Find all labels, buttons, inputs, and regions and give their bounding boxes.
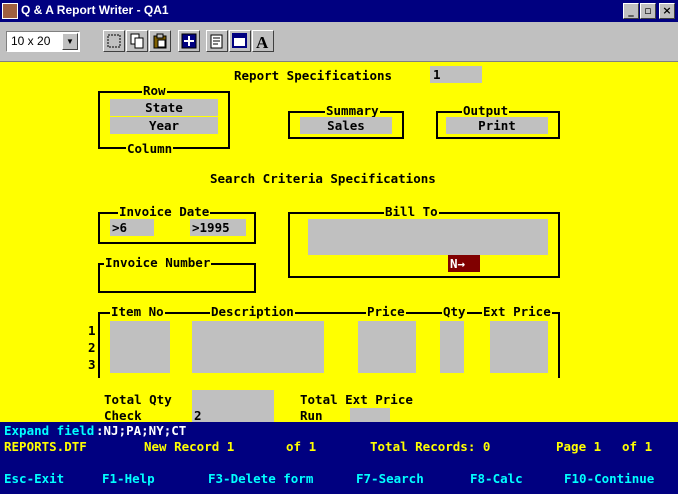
key-f7-search[interactable]: F7-Search	[356, 472, 424, 486]
output-label: Output	[462, 103, 510, 118]
window-title: Q & A Report Writer - QA1	[21, 3, 169, 17]
key-f1-help[interactable]: F1-Help	[102, 472, 155, 486]
row-number: 1	[88, 323, 96, 338]
qty-field[interactable]	[440, 321, 464, 373]
price-field[interactable]	[358, 321, 416, 373]
search-heading: Search Criteria Specifications	[210, 171, 436, 186]
app-window: Q & A Report Writer - QA1 _ ▫ × 10 x 20 …	[0, 0, 678, 494]
row-label: Row	[142, 83, 167, 98]
expand-field-label: Expand field	[4, 423, 95, 438]
row-number: 3	[88, 357, 96, 372]
text-cursor[interactable]: N→	[448, 255, 480, 272]
chevron-down-icon[interactable]: ▼	[62, 33, 78, 50]
close-icon[interactable]: ×	[659, 3, 675, 19]
restore-icon[interactable]: ▫	[640, 3, 656, 19]
description-field[interactable]	[192, 321, 324, 373]
status-file: REPORTS.DTF	[4, 439, 87, 454]
copy-icon[interactable]	[126, 30, 148, 52]
report-number-field[interactable]: 1	[430, 66, 482, 83]
background-icon[interactable]	[229, 30, 251, 52]
status-record-of: of 1	[286, 439, 317, 454]
col-qty: Qty	[442, 304, 467, 319]
row-field-year[interactable]: Year	[110, 117, 218, 134]
invoice-number-label: Invoice Number	[104, 255, 212, 270]
toolbar: 10 x 20 ▼ A	[0, 24, 678, 62]
report-form: Report Specifications 1 Row Column State…	[0, 62, 678, 423]
properties-icon[interactable]	[206, 30, 228, 52]
row-number: 2	[88, 340, 96, 355]
status-area: Expand field :NJ;PA;NY;CT REPORTS.DTF Ne…	[0, 422, 678, 494]
check-label: Check	[104, 408, 142, 423]
invoice-date-month[interactable]: >6	[110, 219, 154, 236]
row-field-state[interactable]: State	[110, 99, 218, 116]
report-heading: Report Specifications	[234, 68, 393, 83]
app-icon[interactable]	[2, 3, 18, 19]
ext-price-field[interactable]	[490, 321, 548, 373]
bill-to-field[interactable]	[308, 219, 548, 255]
minimize-icon[interactable]: _	[623, 3, 639, 19]
run-field[interactable]	[350, 408, 390, 422]
total-ext-label: Total Ext Price	[300, 392, 413, 407]
total-qty-field[interactable]	[192, 390, 274, 422]
paste-icon[interactable]	[149, 30, 171, 52]
summary-label: Summary	[325, 103, 380, 118]
expand-field-value: :NJ;PA;NY;CT	[96, 423, 187, 438]
invoice-date-label: Invoice Date	[118, 204, 211, 219]
status-record: New Record 1	[144, 439, 235, 454]
dos-screen: Report Specifications 1 Row Column State…	[0, 62, 678, 494]
title-bar[interactable]: Q & A Report Writer - QA1 _ ▫ ×	[0, 0, 678, 22]
col-description: Description	[210, 304, 295, 319]
column-label: Column	[126, 141, 174, 156]
key-esc-exit[interactable]: Esc-Exit	[4, 472, 64, 486]
status-page: Page 1	[556, 439, 602, 454]
col-price: Price	[366, 304, 406, 319]
check-value: 2	[194, 408, 202, 423]
font-size-select[interactable]: 10 x 20 ▼	[6, 31, 80, 52]
total-qty-label: Total Qty	[104, 392, 172, 407]
fullscreen-icon[interactable]	[178, 30, 200, 52]
invoice-date-year[interactable]: >1995	[190, 219, 246, 236]
output-field[interactable]: Print	[446, 117, 548, 134]
svg-text:A: A	[256, 33, 269, 49]
font-icon[interactable]: A	[252, 30, 274, 52]
key-f10-continue[interactable]: F10-Continue	[564, 472, 654, 486]
status-page-of: of 1	[622, 439, 653, 454]
summary-field[interactable]: Sales	[300, 117, 392, 134]
item-no-field[interactable]	[110, 321, 170, 373]
mark-icon[interactable]	[103, 30, 125, 52]
font-size-value: 10 x 20	[11, 34, 51, 48]
col-item-no: Item No	[110, 304, 165, 319]
key-f8-calc[interactable]: F8-Calc	[470, 472, 523, 486]
col-ext-price: Ext Price	[482, 304, 552, 319]
run-label: Run	[300, 408, 323, 423]
bill-to-label: Bill To	[384, 204, 439, 219]
key-f3-delete[interactable]: F3-Delete form	[208, 472, 313, 486]
status-total-records: Total Records: 0	[370, 439, 491, 454]
